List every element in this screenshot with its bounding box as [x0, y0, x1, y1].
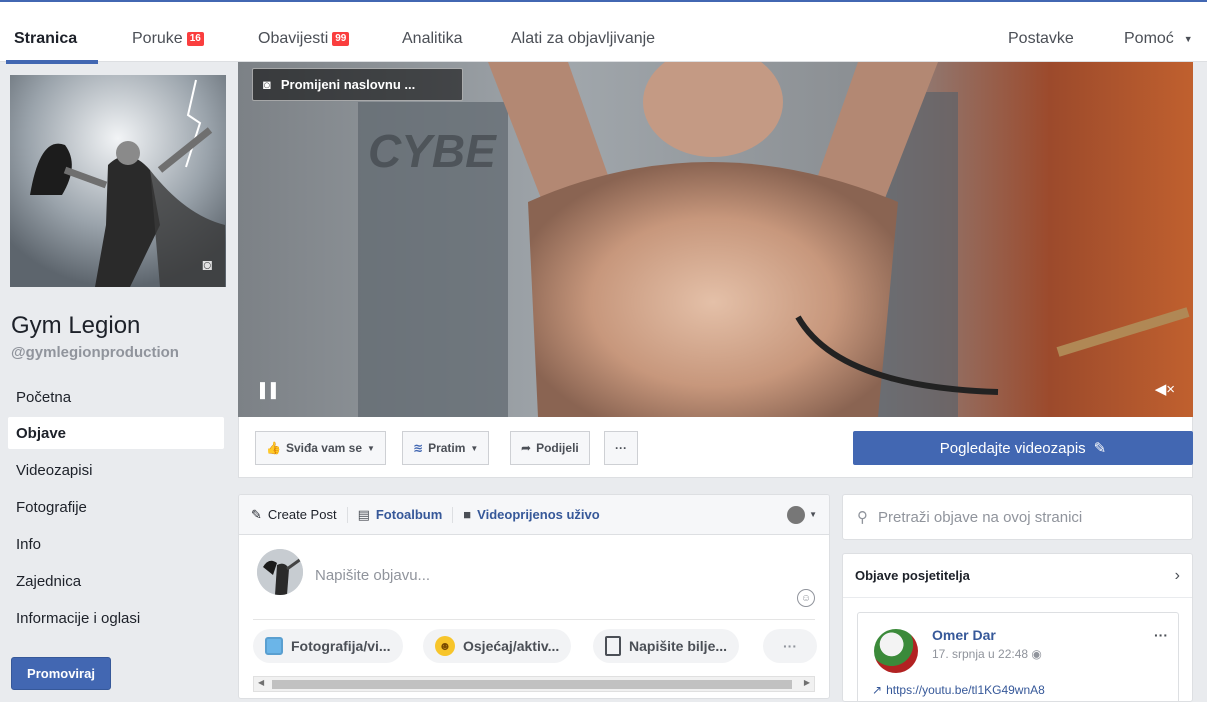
tab-divider	[346, 506, 348, 523]
scroll-right-icon[interactable]: ▶	[804, 678, 810, 687]
smiley-icon: ☻	[435, 636, 455, 656]
avatar	[257, 549, 303, 595]
share-button[interactable]: ➦ Podijeli	[510, 431, 590, 465]
pause-icon[interactable]: ▌▌	[260, 382, 282, 398]
note-icon	[605, 636, 621, 656]
caret-down-icon: ▼	[809, 510, 817, 519]
post-as-selector[interactable]: ▼	[787, 505, 817, 524]
tab-create-post[interactable]: ✎ Create Post	[251, 507, 337, 523]
top-nav: Stranica Poruke 16 Obavijesti 99 Analiti…	[0, 0, 1207, 64]
avatar	[787, 505, 806, 524]
tab-postavke[interactable]: Postavke	[1008, 30, 1074, 48]
page-handle[interactable]: @gymlegionproduction	[11, 344, 179, 361]
messages-badge: 16	[186, 32, 204, 46]
avatar-image	[257, 549, 303, 595]
mute-icon[interactable]: ◀×	[1155, 380, 1175, 398]
camera-icon[interactable]: ◙	[202, 257, 212, 275]
photo-album-icon: ▤	[357, 506, 370, 522]
like-button[interactable]: 👍 Sviđa vam se ▼	[255, 431, 386, 465]
rss-icon: ≋	[413, 441, 424, 455]
page-title: Gym Legion	[11, 312, 141, 339]
post-author[interactable]: Omer Dar	[932, 627, 996, 643]
search-posts-field[interactable]: ⚲ Pretraži objave na ovoj stranici	[842, 494, 1193, 540]
tab-pomoc[interactable]: Pomoć ▼	[1124, 30, 1193, 48]
composer-input[interactable]: Napišite objavu...	[315, 567, 430, 584]
more-options-chip[interactable]: ···	[763, 629, 817, 663]
sidebar-item-informacije-i-oglasi[interactable]: Informacije i oglasi	[8, 602, 224, 634]
sidebar-item-videozapisi[interactable]: Videozapisi	[8, 454, 224, 486]
thumbs-up-icon: 👍	[266, 441, 281, 455]
follow-button[interactable]: ≋ Pratim ▼	[402, 431, 490, 465]
active-tab-indicator	[6, 60, 98, 64]
cover-video[interactable]: CYBE ◙ Promijeni naslovnu ... ▌▌ ◀×	[238, 62, 1193, 417]
promote-button[interactable]: Promoviraj	[11, 657, 111, 690]
pencil-icon: ✎	[1093, 440, 1107, 457]
search-input[interactable]: Pretraži objave na ovoj stranici	[878, 509, 1082, 526]
caret-down-icon: ▼	[1183, 34, 1193, 44]
watch-video-button[interactable]: Pogledajte videozapis ✎	[853, 431, 1193, 465]
caret-down-icon: ▼	[470, 443, 479, 453]
sidebar-item-fotografije[interactable]: Fotografije	[8, 491, 224, 523]
page-action-bar: 👍 Sviđa vam se ▼ ≋ Pratim ▼ ➦ Podijeli ·…	[238, 417, 1193, 478]
svg-text:CYBE: CYBE	[368, 125, 497, 177]
composer-tabs: ✎ Create Post ▤ Fotoalbum ■ Videoprijeno…	[239, 495, 829, 535]
share-link-icon: ↗	[872, 683, 883, 697]
share-arrow-icon: ➦	[521, 441, 532, 455]
globe-icon: ◉	[1031, 647, 1042, 661]
profile-image	[10, 75, 226, 287]
sidebar-item-info[interactable]: Info	[8, 528, 224, 560]
tab-analitika[interactable]: Analitika	[402, 30, 462, 48]
sidebar-item-zajednica[interactable]: Zajednica	[8, 565, 224, 597]
sidebar-item-objave[interactable]: Objave	[8, 417, 224, 449]
search-icon: ⚲	[857, 509, 868, 526]
feeling-activity-chip[interactable]: ☻ Osjećaj/aktiv...	[423, 629, 572, 663]
more-actions-button[interactable]: ···	[604, 431, 638, 465]
post-link[interactable]: ↗ https://youtu.be/tl1KG49wnA8	[872, 683, 1045, 697]
tab-poruke[interactable]: Poruke 16	[132, 30, 204, 48]
sidebar-item-pocetna[interactable]: Početna	[8, 381, 224, 413]
photo-icon	[265, 637, 283, 655]
profile-picture[interactable]: ◙	[10, 75, 226, 287]
notifications-badge: 99	[332, 32, 350, 46]
post-timestamp[interactable]: 17. srpnja u 22:48 ◉	[932, 647, 1042, 661]
tab-fotoalbum[interactable]: ▤ Fotoalbum	[358, 507, 443, 523]
visitor-posts-header[interactable]: Objave posjetitelja ›	[843, 554, 1192, 598]
divider	[253, 619, 815, 620]
tab-obavijesti[interactable]: Obavijesti 99	[258, 30, 350, 48]
scrollbar-thumb[interactable]	[272, 680, 792, 689]
post-options-icon[interactable]: ···	[1154, 627, 1168, 643]
tab-alati-za-objavljivanje[interactable]: Alati za objavljivanje	[511, 30, 655, 48]
pencil-icon: ✎	[251, 506, 262, 522]
photo-video-chip[interactable]: Fotografija/vi...	[253, 629, 403, 663]
video-camera-icon: ■	[463, 507, 472, 522]
tab-live-video[interactable]: ■ Videoprijenos uživo	[463, 507, 599, 522]
chevron-right-icon[interactable]: ›	[1175, 567, 1180, 585]
cover-image: CYBE	[238, 62, 1193, 417]
write-note-chip[interactable]: Napišite bilje...	[593, 629, 740, 663]
avatar[interactable]	[874, 629, 918, 673]
tab-divider	[452, 506, 454, 523]
camera-icon: ◙	[263, 77, 271, 92]
scroll-left-icon[interactable]: ◀	[258, 678, 264, 687]
change-cover-button[interactable]: ◙ Promijeni naslovnu ...	[252, 68, 463, 101]
emoji-icon[interactable]: ☺	[797, 589, 815, 607]
tab-stranica[interactable]: Stranica	[14, 30, 77, 48]
post-composer: ✎ Create Post ▤ Fotoalbum ■ Videoprijeno…	[238, 494, 830, 699]
caret-down-icon: ▼	[367, 443, 375, 453]
horizontal-scrollbar[interactable]: ◀ ▶	[253, 676, 815, 692]
visitor-posts-card: Objave posjetitelja › Omer Dar 17. srpnj…	[842, 553, 1193, 702]
visitor-post: Omer Dar 17. srpnja u 22:48 ◉ ··· ↗ http…	[857, 612, 1179, 702]
